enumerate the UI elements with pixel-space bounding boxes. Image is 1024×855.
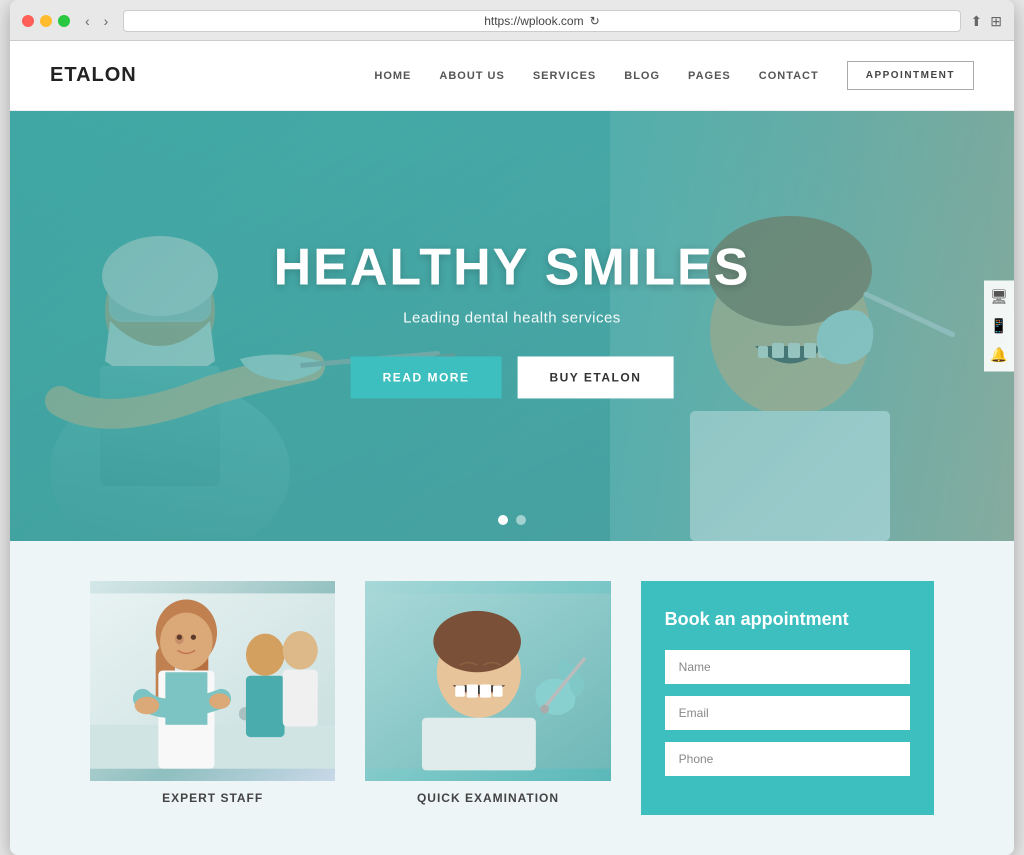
nav-contact[interactable]: CONTACT: [759, 70, 819, 82]
dot-2[interactable]: [516, 515, 526, 525]
appointment-title: Book an appointment: [665, 609, 910, 630]
nav-blog[interactable]: BLOG: [624, 70, 660, 82]
close-light[interactable]: [22, 15, 34, 27]
cards-section: EXPERT STAFF: [10, 541, 1014, 855]
card-expert-staff: EXPERT STAFF: [90, 581, 335, 815]
browser-chrome: ‹ › https://wplook.com ↻ ⬆ ⊞: [10, 0, 1014, 41]
browser-nav-buttons: ‹ ›: [80, 11, 113, 31]
traffic-lights: [22, 15, 70, 27]
appointment-button[interactable]: APPOINTMENT: [847, 61, 974, 90]
mobile-icon[interactable]: 🔔: [990, 347, 1008, 364]
site-logo[interactable]: ETALON: [50, 64, 137, 87]
card-expert-staff-label: EXPERT STAFF: [90, 781, 335, 815]
hero-title: HEALTHY SMILES: [274, 237, 751, 297]
url-text: https://wplook.com: [484, 14, 583, 28]
card1-svg: [90, 581, 335, 781]
card-expert-staff-image: [90, 581, 335, 781]
buy-etalon-button[interactable]: BUY ETALON: [517, 356, 673, 398]
forward-button[interactable]: ›: [99, 11, 114, 31]
refresh-icon[interactable]: ↻: [590, 14, 600, 28]
hero-section: HEALTHY SMILES Leading dental health ser…: [10, 111, 1014, 541]
main-nav: HOME ABOUT US SERVICES BLOG PAGES CONTAC…: [374, 61, 974, 90]
card-quick-exam: QUICK EXAMINATION: [365, 581, 610, 815]
nav-home[interactable]: HOME: [374, 70, 411, 82]
site-header: ETALON HOME ABOUT US SERVICES BLOG PAGES…: [10, 41, 1014, 111]
browser-window: ‹ › https://wplook.com ↻ ⬆ ⊞ ETALON HOME…: [10, 0, 1014, 855]
email-input[interactable]: [665, 696, 910, 730]
appointment-form: [665, 650, 910, 776]
new-tab-button[interactable]: ⊞: [990, 13, 1002, 30]
minimize-light[interactable]: [40, 15, 52, 27]
share-button[interactable]: ⬆: [971, 13, 983, 30]
maximize-light[interactable]: [58, 15, 70, 27]
back-button[interactable]: ‹: [80, 11, 95, 31]
hero-dots: [498, 515, 526, 525]
responsive-icons: 🖥 📱 🔔: [984, 281, 1014, 372]
phone-input[interactable]: [665, 742, 910, 776]
card2-svg: [365, 581, 610, 781]
tablet-icon[interactable]: 📱: [990, 318, 1008, 335]
nav-services[interactable]: SERVICES: [533, 70, 596, 82]
website: ETALON HOME ABOUT US SERVICES BLOG PAGES…: [10, 41, 1014, 855]
hero-subtitle: Leading dental health services: [274, 309, 751, 326]
nav-pages[interactable]: PAGES: [688, 70, 731, 82]
dot-1[interactable]: [498, 515, 508, 525]
card-appointment: Book an appointment: [641, 581, 934, 815]
read-more-button[interactable]: READ MORE: [351, 356, 502, 398]
name-input[interactable]: [665, 650, 910, 684]
card-quick-exam-image: [365, 581, 610, 781]
browser-actions: ⬆ ⊞: [971, 13, 1002, 30]
nav-about[interactable]: ABOUT US: [439, 70, 504, 82]
address-bar[interactable]: https://wplook.com ↻: [123, 10, 960, 32]
desktop-icon[interactable]: 🖥: [990, 289, 1008, 306]
card-quick-exam-label: QUICK EXAMINATION: [365, 781, 610, 815]
hero-buttons: READ MORE BUY ETALON: [274, 356, 751, 398]
hero-content: HEALTHY SMILES Leading dental health ser…: [274, 237, 751, 398]
